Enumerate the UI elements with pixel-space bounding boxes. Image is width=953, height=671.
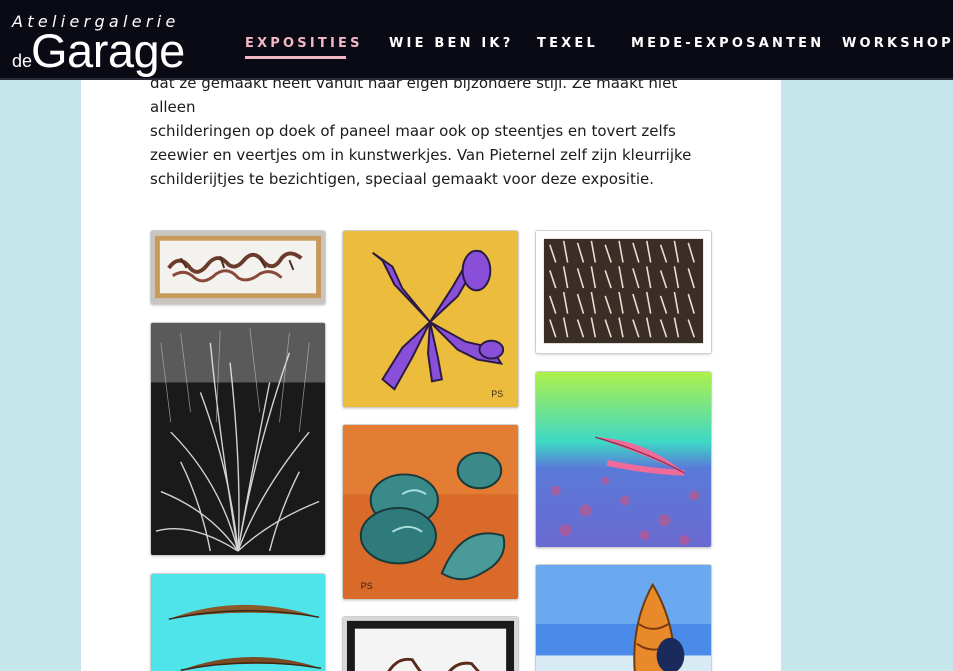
svg-text:PS: PS bbox=[361, 581, 373, 591]
nav-item-exposities[interactable]: EXPOSITIES bbox=[245, 36, 363, 51]
nav-item-texel[interactable]: TEXEL bbox=[537, 36, 598, 51]
gallery-thumb-pink-feather[interactable] bbox=[535, 371, 712, 548]
svg-text:PS: PS bbox=[491, 389, 503, 399]
nav-active-underline bbox=[245, 56, 346, 59]
gallery-thumb-feather-pattern[interactable] bbox=[535, 230, 712, 354]
gallery-thumb-grass-photo[interactable] bbox=[150, 322, 326, 556]
logo-prefix[interactable]: de bbox=[12, 51, 32, 72]
nav-item-wie-ben-ik[interactable]: WIE BEN IK? bbox=[389, 36, 513, 51]
nav-item-workshops[interactable]: WORKSHOPS bbox=[842, 36, 953, 51]
gallery-thumb-framed-seaweed-2[interactable] bbox=[342, 616, 519, 671]
site-header: Ateliergalerie de Garage EXPOSITIES WIE … bbox=[0, 0, 953, 80]
intro-line: schilderingen op doek of paneel maar ook… bbox=[150, 122, 676, 140]
intro-text: dat ze gemaakt heeft vanuit haar eigen b… bbox=[150, 71, 720, 191]
gallery-thumb-purple-seaweed[interactable]: PS bbox=[342, 230, 519, 408]
gallery-thumb-framed-seaweed[interactable] bbox=[150, 230, 326, 305]
gallery-thumb-feather-turquoise[interactable] bbox=[150, 573, 326, 671]
gallery-thumb-seashell-sea[interactable] bbox=[535, 564, 712, 671]
intro-line: zeewier en veertjes om in kunstwerkjes. … bbox=[150, 146, 692, 164]
logo-title[interactable]: Garage bbox=[31, 26, 185, 76]
gallery-thumb-shells[interactable]: PS bbox=[342, 424, 519, 600]
nav-item-mede-exposanten[interactable]: MEDE-EXPOSANTEN bbox=[631, 36, 824, 51]
intro-line: schilderijtjes te bezichtigen, speciaal … bbox=[150, 170, 655, 188]
